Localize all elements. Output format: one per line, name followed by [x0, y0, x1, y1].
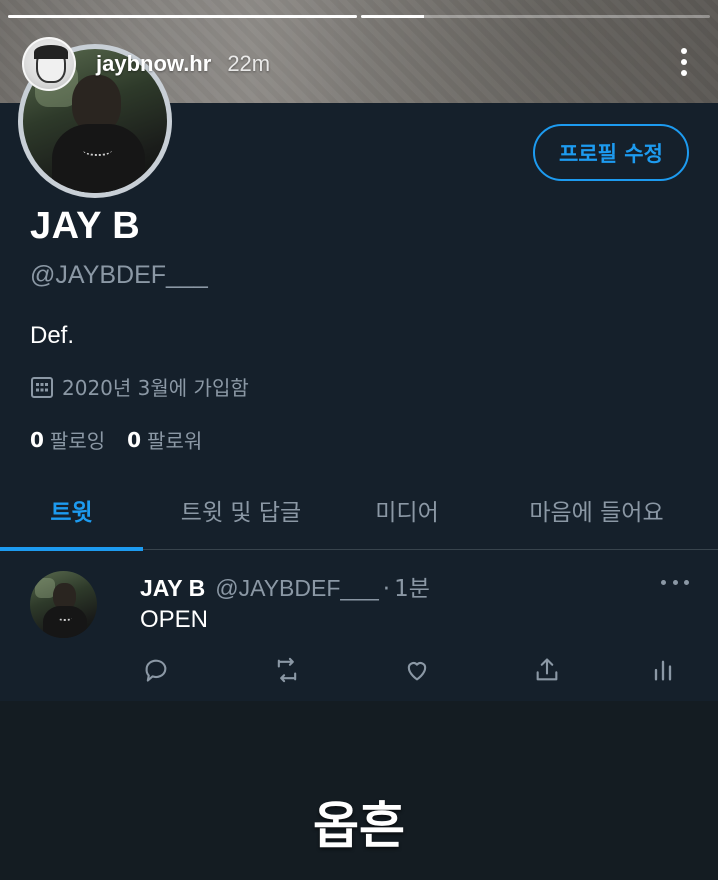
following-count[interactable]: 0	[30, 428, 44, 452]
tweet-header: JAY B @JAYBDEF___ · 1분	[140, 569, 430, 603]
tweet-avatar[interactable]	[30, 571, 97, 638]
follow-stats: 0 팔로잉 0 팔로워	[30, 425, 224, 454]
tweet-avatar-photo	[30, 571, 97, 638]
profile-display-name: JAY B	[30, 205, 141, 247]
tweet-author-name[interactable]: JAY B	[140, 575, 205, 602]
story-progress-segment-1	[8, 15, 357, 18]
tweet-timestamp[interactable]: 1분	[394, 569, 430, 603]
joined-date-text: 2020년 3월에 가입함	[62, 376, 249, 400]
like-icon[interactable]	[402, 655, 432, 685]
story-avatar[interactable]	[22, 37, 76, 91]
following-label[interactable]: 팔로잉	[50, 425, 105, 454]
tab-likes[interactable]: 마음에 들어요	[475, 470, 718, 550]
followers-label[interactable]: 팔로워	[147, 425, 202, 454]
story-username[interactable]: jaybnow.hr	[96, 51, 211, 77]
story-user-info[interactable]: jaybnow.hr 22m	[22, 37, 270, 91]
profile-tabs: 트윗 트윗 및 답글 미디어 마음에 들어요	[0, 470, 718, 551]
share-icon[interactable]	[532, 655, 562, 685]
story-progress-fill	[8, 15, 357, 18]
followers-count[interactable]: 0	[127, 428, 141, 452]
edit-profile-button[interactable]: 프로필 수정	[533, 124, 689, 181]
retweet-icon[interactable]	[272, 655, 302, 685]
tweet-more-icon[interactable]	[661, 580, 689, 588]
profile-bio: Def.	[30, 322, 75, 349]
tweet-author-handle[interactable]: @JAYBDEF___	[215, 575, 379, 602]
story-caption: 옵흔	[313, 797, 405, 855]
joined-date-row: 2020년 3월에 가입함	[30, 372, 249, 401]
tab-tweets-and-replies[interactable]: 트윗 및 답글	[143, 470, 339, 550]
profile-handle: @JAYBDEF___	[30, 261, 208, 289]
story-progress-fill	[361, 15, 424, 18]
story-progress-segment-2	[361, 15, 710, 18]
story-timestamp: 22m	[227, 51, 271, 76]
tab-media[interactable]: 미디어	[339, 470, 475, 550]
tweet-text: OPEN	[140, 606, 209, 633]
calendar-icon	[31, 376, 53, 398]
avatar-hair	[34, 45, 68, 59]
reply-icon[interactable]	[141, 655, 171, 685]
analytics-icon[interactable]	[648, 655, 678, 685]
more-options-icon[interactable]	[680, 48, 688, 76]
tweet-separator: ·	[382, 576, 391, 602]
story-progress-bar	[8, 15, 710, 18]
tab-tweets[interactable]: 트윗	[0, 470, 143, 550]
